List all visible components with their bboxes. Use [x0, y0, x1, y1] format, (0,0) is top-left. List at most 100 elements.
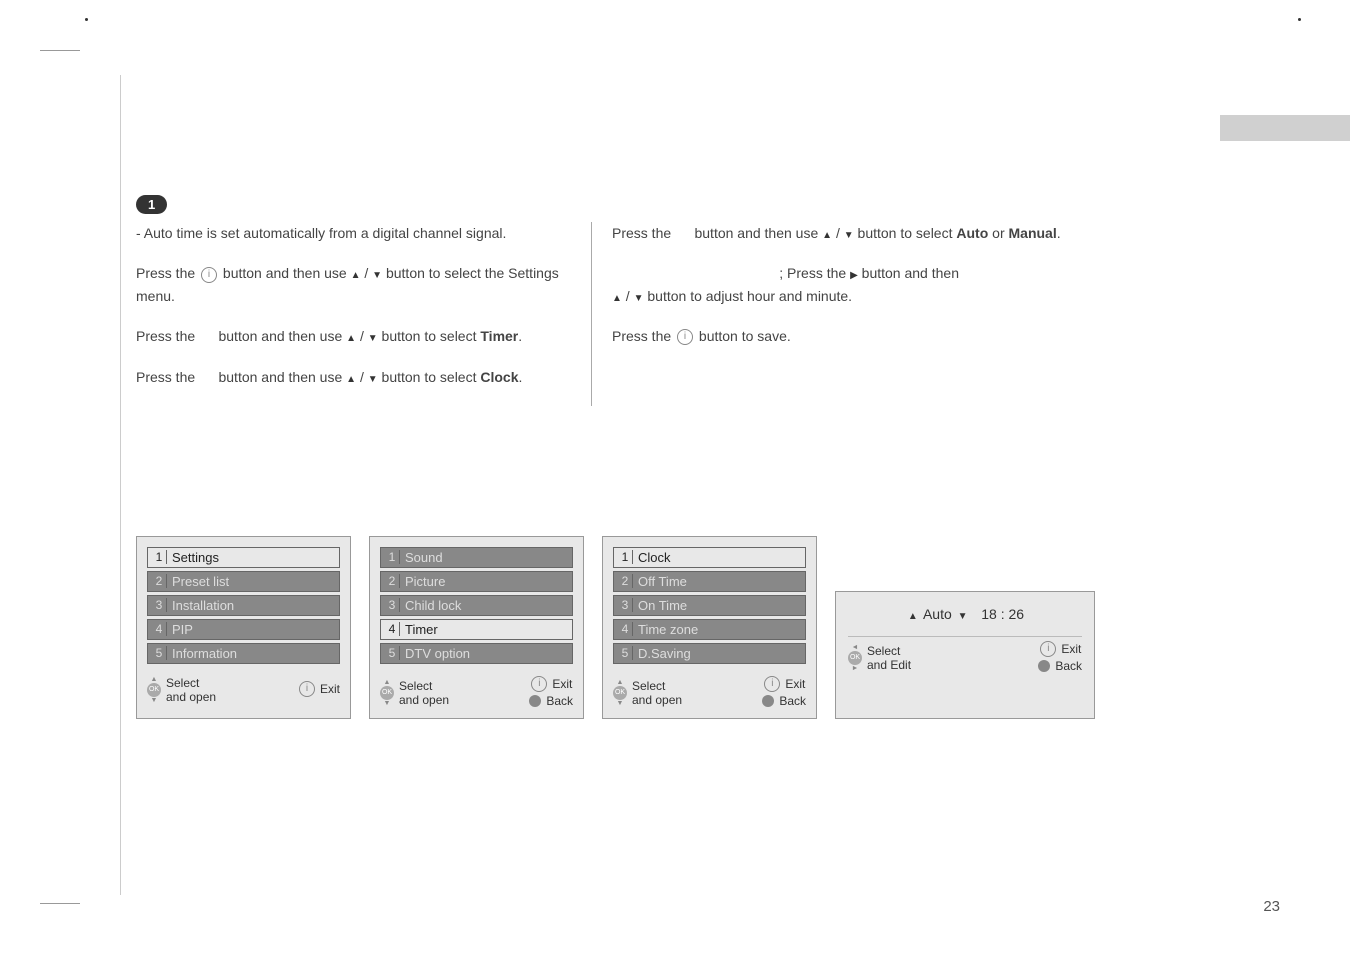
menu-item-num: 1 — [152, 550, 167, 564]
ok-icon: ▲OK▼ — [380, 679, 394, 707]
step-badge: 1 — [136, 195, 167, 214]
page-number: 23 — [1263, 898, 1280, 915]
text: Press the — [612, 225, 671, 241]
auto-label: Auto — [956, 225, 988, 241]
text: Press the — [136, 328, 195, 344]
down-icon — [368, 369, 378, 385]
down-icon — [844, 225, 854, 241]
manual-page: 1 - Auto time is set automatically from … — [120, 75, 1220, 895]
menu-item: 1 Settings — [147, 547, 340, 568]
footer-select: Selectand Edit — [867, 644, 911, 672]
i-icon: i — [299, 681, 315, 697]
up-icon — [346, 328, 356, 344]
menu-clock: 1Clock 2 Off Time 3 On Time 4 Time zone 5D.Savi… — [602, 536, 817, 719]
back-icon — [529, 695, 541, 707]
left-column: - Auto time is set automatically from a … — [121, 222, 591, 406]
clock-display: Auto 18 : 26 — [848, 606, 1082, 622]
menu-timer: 1 Sound 2 Picture 3 Child lock 4 Timer 5DTV opti… — [369, 536, 584, 719]
down-icon — [368, 328, 378, 344]
menu-item-num: 1 — [385, 550, 400, 564]
i-icon: i — [201, 267, 217, 283]
menu-item-label: Off Time — [638, 574, 687, 589]
text: button to adjust hour and minute. — [647, 288, 852, 304]
menu-item-num: 3 — [618, 598, 633, 612]
menu-item-label: Installation — [172, 598, 234, 613]
menu-item-label: On Time — [638, 598, 687, 613]
menu-item-label: Sound — [405, 550, 443, 565]
menu-item: 5DTV option — [380, 643, 573, 664]
menu-item: 3 Child lock — [380, 595, 573, 616]
up-icon — [346, 369, 356, 385]
menu-item-label: Preset list — [172, 574, 229, 589]
clock-time: 18 : 26 — [981, 606, 1024, 622]
footer-exit: Exit — [785, 677, 805, 691]
text: button and then use — [218, 369, 342, 385]
down-icon — [634, 288, 644, 304]
text: button to save. — [699, 328, 791, 344]
menu-item: 3 Installation — [147, 595, 340, 616]
menu-item: 2 Off Time — [613, 571, 806, 592]
menu-item: 4 Time zone — [613, 619, 806, 640]
right-icon — [850, 265, 858, 281]
manual-label: Manual — [1009, 225, 1057, 241]
menu-item-num: 5 — [152, 646, 167, 660]
clock-label: Clock — [480, 369, 518, 385]
text: ; Press the — [779, 265, 846, 281]
footer-select: Selectand open — [399, 679, 449, 707]
menu-item: 1 Sound — [380, 547, 573, 568]
menu-item-label: Child lock — [405, 598, 461, 613]
text: Press the — [612, 328, 671, 344]
footer-select: Selectand open — [632, 679, 682, 707]
menu-item-num: 4 — [152, 622, 167, 636]
menu-item-num: 3 — [385, 598, 400, 612]
menu-item-num: 3 — [152, 598, 167, 612]
i-icon: i — [1040, 641, 1056, 657]
up-icon — [612, 288, 622, 304]
instruction-clock: Press the button and then use / button t… — [136, 366, 571, 388]
menu-item-label: Information — [172, 646, 237, 661]
text: Press the — [136, 369, 195, 385]
menu-item-num: 4 — [618, 622, 633, 636]
menu-item-num: 5 — [385, 646, 400, 660]
instruction-manual-adjust: ; Press the button and then / button to … — [612, 262, 1091, 307]
up-icon — [351, 265, 361, 281]
menu-item-label: Timer — [405, 622, 438, 637]
auto-time-note: - Auto time is set automatically from a … — [136, 222, 571, 244]
gray-tab — [1220, 115, 1350, 141]
menu-item-label: Time zone — [638, 622, 698, 637]
text: button to select — [382, 369, 477, 385]
instruction-timer: Press the button and then use / button t… — [136, 325, 571, 347]
text: button and then — [862, 265, 959, 281]
ok-icon: ▲OK▼ — [613, 679, 627, 707]
menu-item-num: 2 — [385, 574, 400, 588]
menu-item-label: Settings — [172, 550, 219, 565]
menu-item: 5D.Saving — [613, 643, 806, 664]
back-icon — [1038, 660, 1050, 672]
footer-exit: Exit — [320, 682, 340, 696]
menu-item: 2Preset list — [147, 571, 340, 592]
menu-item-label: D.Saving — [638, 646, 691, 661]
ok-icon: ◄OK► — [848, 644, 862, 672]
down-icon — [958, 611, 968, 622]
footer-back: Back — [779, 694, 806, 708]
footer-back: Back — [1055, 659, 1082, 673]
i-icon: i — [531, 676, 547, 692]
instruction-settings: Press the i button and then use / button… — [136, 262, 571, 307]
down-icon — [372, 265, 382, 281]
menu-item-num: 4 — [385, 622, 400, 636]
right-column: Press the button and then use / button t… — [591, 222, 1091, 406]
footer-exit: Exit — [552, 677, 572, 691]
menu-item: 1Clock — [613, 547, 806, 568]
text: Press the — [136, 265, 195, 281]
back-icon — [762, 695, 774, 707]
text: button and then use — [218, 328, 342, 344]
menu-item-label: Picture — [405, 574, 445, 589]
menu-item: 2 Picture — [380, 571, 573, 592]
text: button and then use — [694, 225, 818, 241]
menu-item: 4PIP — [147, 619, 340, 640]
instruction-save: Press the i button to save. — [612, 325, 1091, 347]
menu-item-num: 2 — [618, 574, 633, 588]
text: button to select the Settings menu. — [136, 265, 559, 303]
menu-item: 5 Information — [147, 643, 340, 664]
clock-mode: Auto — [923, 606, 952, 622]
